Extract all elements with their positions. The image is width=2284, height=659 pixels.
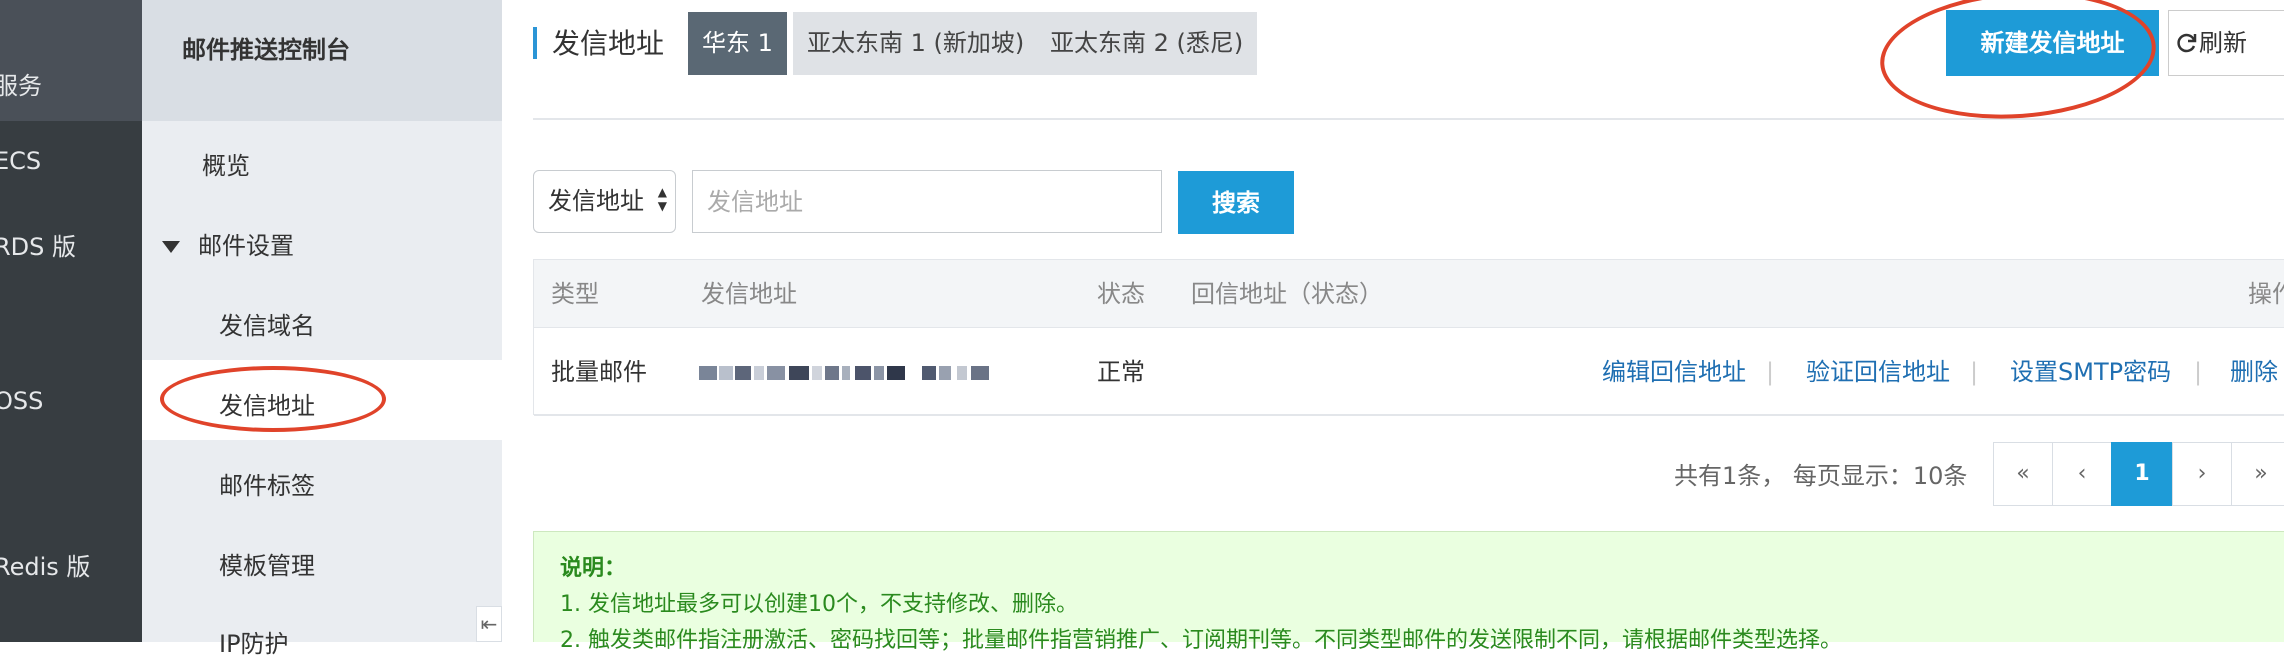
refresh-label: 刷新 [2199,29,2247,57]
redacted-address [699,366,999,380]
region-tab-singapore[interactable]: 亚太东南 1 (新加坡) [793,12,1039,75]
pagination-summary: 共有1条， 每页显示：10条 [1674,462,1968,490]
next-page-button[interactable]: › [2172,442,2232,506]
pagination: « ‹ 1 › » [1993,442,2284,506]
action-separator: | [2194,358,2203,386]
page-title: 发信地址 [552,27,665,60]
note-line-2: 2. 触发类邮件指注册激活、密码找回等；批量邮件指营销推广、订阅期刊等。不同类型… [560,628,1842,653]
nav-item-services[interactable]: 服务 [0,66,42,101]
first-page-button[interactable]: « [1993,442,2053,506]
nav-item-ecs[interactable]: ECS [0,147,41,175]
region-tab-east-china-1[interactable]: 华东 1 [688,12,787,75]
nav-item-oss[interactable]: OSS [0,387,43,415]
table-row: 批量邮件 正常 编辑回信地址 | 验证回信地址 | 设置SMTP密码 | 删除 [534,328,2284,416]
sidebar-item-tags[interactable]: 邮件标签 [219,466,315,501]
cell-type: 批量邮件 [551,358,647,386]
column-header-type: 类型 [551,280,599,308]
sidebar-item-domains[interactable]: 发信域名 [219,306,315,341]
edit-reply-address-link[interactable]: 编辑回信地址 [1602,328,1746,416]
header-divider [533,118,2284,120]
sidebar-group-mail-settings[interactable]: 邮件设置 [162,226,294,261]
column-header-status: 状态 [1097,280,1145,308]
search-field-select[interactable]: 发信地址 ▲ ▼ [533,170,676,233]
product-nav: 服务 ECS RDS 版 OSS Redis 版 [0,0,142,642]
nav-item-rds[interactable]: RDS 版 [0,227,76,262]
verify-reply-address-link[interactable]: 验证回信地址 [1806,328,1950,416]
refresh-button[interactable]: 刷新 [2168,10,2284,76]
cell-status: 正常 [1097,358,1145,386]
column-header-reply: 回信地址（状态） [1191,280,1383,308]
collapse-sidebar-icon[interactable]: ⇤ [476,606,502,642]
console-sidebar: 邮件推送控制台 概览 邮件设置 发信域名 发信地址 邮件标签 模板管理 IP防护 [142,0,502,658]
region-tab-sydney[interactable]: 亚太东南 2 (悉尼) [1036,12,1258,75]
column-header-actions: 操作 [2248,280,2284,308]
info-note: 说明： 1. 发信地址最多可以创建10个，不支持修改、删除。 2. 触发类邮件指… [533,531,2284,653]
refresh-icon [2177,33,2197,53]
select-arrows-icon: ▲ ▼ [657,185,667,213]
sidebar-group-label: 邮件设置 [198,232,294,260]
delete-link[interactable]: 删除 [2230,328,2278,416]
sidebar-title: 邮件推送控制台 [142,0,502,121]
product-nav-header [0,0,142,121]
action-separator: | [1766,358,1775,386]
annotation-ellipse-sidebar [160,366,386,432]
prev-page-button[interactable]: ‹ [2052,442,2112,506]
annotation-ellipse-new-button [1875,0,2161,128]
set-smtp-password-link[interactable]: 设置SMTP密码 [2010,328,2171,416]
note-heading: 说明： [560,556,627,581]
sidebar-item-overview[interactable]: 概览 [202,146,250,181]
search-field-value: 发信地址 [548,187,644,215]
table-header: 类型 发信地址 状态 回信地址（状态） 操作 [534,260,2284,328]
sender-address-table: 类型 发信地址 状态 回信地址（状态） 操作 批量邮件 正常 编辑回信地址 | [533,259,2284,416]
caret-down-icon [162,241,180,253]
sidebar-item-templates[interactable]: 模板管理 [219,546,315,581]
column-header-address: 发信地址 [701,280,797,308]
nav-item-redis[interactable]: Redis 版 [0,547,90,582]
note-line-1: 1. 发信地址最多可以创建10个，不支持修改、删除。 [560,592,1078,617]
action-separator: | [1970,358,1979,386]
last-page-button[interactable]: » [2231,442,2284,506]
current-page-button[interactable]: 1 [2111,442,2173,506]
title-accent-bar [533,27,537,59]
search-button[interactable]: 搜索 [1178,171,1294,234]
search-input[interactable] [692,170,1162,233]
